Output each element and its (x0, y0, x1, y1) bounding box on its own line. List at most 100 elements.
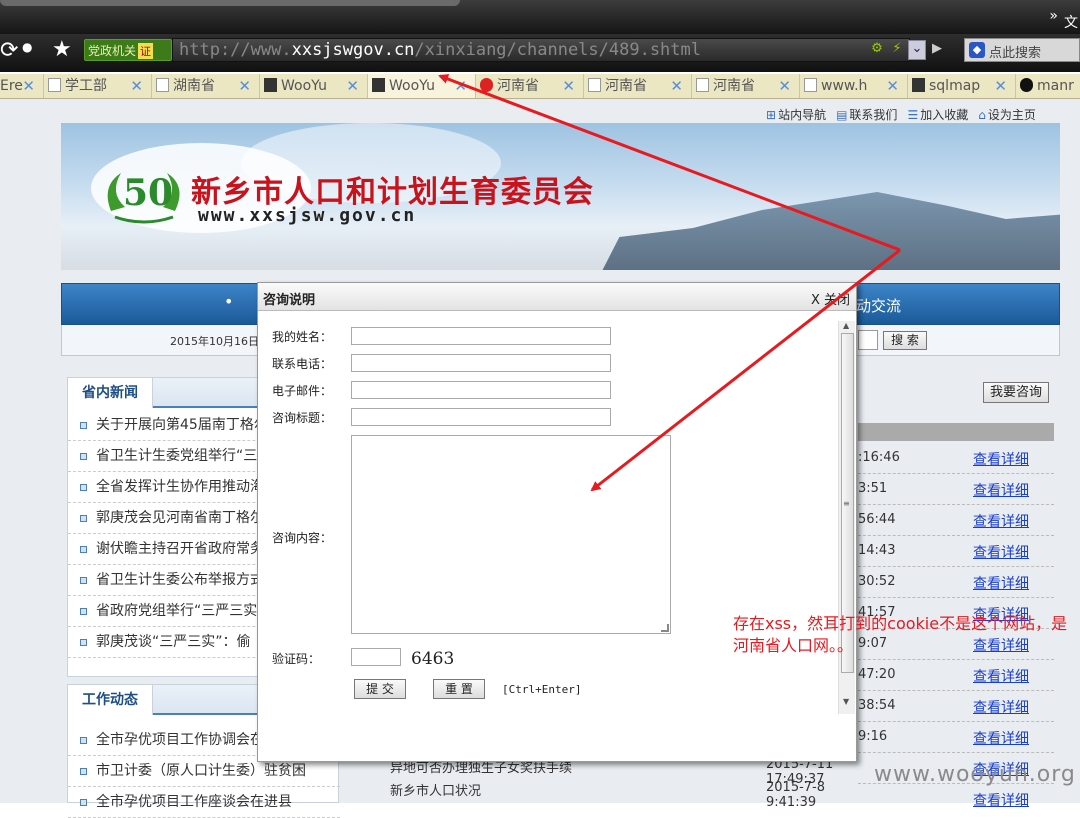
ask-question-button[interactable]: 我要咨询 (983, 382, 1049, 403)
dialog-titlebar[interactable]: 咨询说明 X 关闭 (258, 283, 856, 311)
browser-titlebar: » 文 (0, 0, 1080, 34)
history-dropdown-icon[interactable]: ⌄ (908, 40, 926, 60)
bookmark-star-icon[interactable]: ★ (52, 37, 72, 62)
dialog-close-button[interactable]: X 关闭 (811, 289, 850, 308)
news-title: 全市孕优项目工作座谈会在进县 (96, 794, 292, 810)
tab-4-active[interactable]: WooYu ✕ (368, 74, 476, 98)
bullet-icon (80, 484, 87, 491)
dropdown-arrow-icon[interactable]: ● (22, 40, 32, 54)
shortcut-hint: [Ctrl+Enter] (502, 683, 582, 696)
bullet-icon (80, 577, 87, 584)
refresh-icon[interactable]: ⟳ (0, 38, 18, 63)
building-image (601, 192, 1060, 270)
site-search-button[interactable]: 搜 索 (883, 331, 927, 350)
row-time: 38:54 (858, 698, 896, 713)
close-tab-icon[interactable]: ✕ (346, 74, 359, 98)
close-tab-icon[interactable]: ✕ (238, 74, 251, 98)
close-tab-icon[interactable]: ✕ (886, 74, 899, 98)
language-label[interactable]: 文 (1064, 12, 1078, 32)
more-chevron-icon[interactable]: » (1049, 8, 1058, 24)
url-host: xxsjswgov.cn (291, 40, 415, 60)
email-field[interactable] (351, 381, 611, 399)
reset-button[interactable]: 重 置 (433, 679, 485, 699)
favorite-link[interactable]: ☰ 加入收藏 (907, 108, 968, 122)
phone-label: 联系电话： (272, 357, 333, 371)
search-placeholder: 点此搜索 (989, 46, 1042, 61)
top-links: ⊞ 站内导航 ▤ 联系我们 ☰ 加入收藏 ⌂ 设为主页 (766, 106, 1046, 123)
bullet-icon (80, 453, 87, 460)
tab-8[interactable]: www.h ✕ (800, 74, 908, 98)
tab-0[interactable]: Ere ✕ (0, 74, 44, 98)
captcha-label: 验证码： (272, 652, 321, 666)
view-detail-link[interactable]: 查看详细 (973, 511, 1029, 531)
close-tab-icon[interactable]: ✕ (130, 74, 143, 98)
close-tab-icon[interactable]: ✕ (562, 74, 575, 98)
annotation-note: 存在xss，然耳打到的cookie不是这个网站，是河南省人口网。。 (733, 614, 1068, 655)
news-title: 市卫计委（原人口计生委）驻贫困 (96, 763, 306, 779)
site-nav-link[interactable]: ⊞ 站内导航 (766, 108, 826, 122)
table-row: 38:54 查看详细 (858, 691, 1054, 722)
page-icon (696, 78, 709, 92)
speed-icon[interactable]: ⚡ (888, 41, 906, 61)
tab-label: 河南省 (497, 78, 539, 94)
close-tab-icon[interactable]: ✕ (22, 74, 35, 98)
tab-strip: Ere ✕ 学工部 ✕ 湖南省 ✕ WooYu ✕ WooYu ✕ 河南省 ✕ 河南省 ✕ 河南省 ✕ www.… (0, 74, 1080, 99)
tab-3[interactable]: WooYu ✕ (260, 74, 368, 98)
news-title: 省卫生计生委党组举行“三 (96, 448, 258, 464)
addressbar-buttons: ⚙ ⚡ ⌄ ▶ (868, 40, 948, 62)
contact-link[interactable]: ▤ 联系我们 (836, 108, 897, 122)
search-input[interactable]: ◆ 点此搜索 (964, 38, 1080, 62)
view-detail-link[interactable]: 查看详细 (973, 728, 1029, 748)
view-detail-link[interactable]: 查看详细 (973, 480, 1029, 500)
page-icon (156, 78, 169, 92)
tab-1[interactable]: 学工部 ✕ (44, 74, 152, 98)
subject-field[interactable] (351, 408, 611, 426)
github-icon (1020, 78, 1033, 92)
address-bar[interactable]: http://www.xxsjswgov.cn/xinxiang/channel… (172, 38, 910, 62)
phone-field[interactable] (351, 354, 611, 372)
row-time: 47:20 (858, 667, 896, 682)
tab-6[interactable]: 河南省 ✕ (584, 74, 692, 98)
content-textarea[interactable] (351, 435, 671, 634)
tab-5[interactable]: 河南省 ✕ (476, 74, 584, 98)
government-site-badge[interactable]: 党政机关证 (84, 39, 172, 61)
tab-7[interactable]: 河南省 ✕ (692, 74, 800, 98)
tab-9[interactable]: sqlmap ✕ (908, 74, 1016, 98)
view-detail-link[interactable]: 查看详细 (973, 666, 1029, 686)
tab-2[interactable]: 湖南省 ✕ (152, 74, 260, 98)
captcha-field[interactable] (351, 648, 401, 666)
wooyun-icon (912, 78, 925, 92)
section-title[interactable]: 省内新闻 (68, 378, 153, 408)
news-title: 全市孕优项目工作协调会在 (96, 732, 264, 748)
date-text: 2015年10月16日 (170, 335, 259, 348)
table-row[interactable]: 新乡市人口状况 2015-7-8 9:41:39 (380, 780, 860, 810)
view-detail-link[interactable]: 查看详细 (973, 790, 1029, 810)
site-search-input[interactable] (858, 330, 878, 350)
table-row: 9:16 查看详细 (858, 722, 1054, 753)
close-tab-icon[interactable]: ✕ (778, 74, 791, 98)
close-tab-icon[interactable]: ✕ (994, 74, 1007, 98)
view-detail-link[interactable]: 查看详细 (973, 697, 1029, 717)
name-field[interactable] (351, 327, 611, 345)
close-tab-icon[interactable]: ✕ (454, 74, 467, 98)
scroll-down-icon[interactable]: ▼ (843, 697, 849, 706)
nav-interaction[interactable]: 动交流 (856, 295, 901, 316)
view-detail-link[interactable]: 查看详细 (973, 542, 1029, 562)
close-tab-icon[interactable]: ✕ (670, 74, 683, 98)
view-detail-link[interactable]: 查看详细 (973, 573, 1029, 593)
news-title: 谢伏瞻主持召开省政府常务 (96, 541, 264, 557)
go-arrow-icon[interactable]: ▶ (928, 41, 946, 61)
bullet-icon (80, 515, 87, 522)
page-icon (804, 78, 817, 92)
certificate-icon: 证 (138, 43, 154, 59)
tab-10[interactable]: manr (1016, 74, 1080, 98)
tab-label: 学工部 (65, 78, 107, 94)
homepage-link[interactable]: ⌂ 设为主页 (978, 108, 1036, 122)
page-icon (588, 78, 601, 92)
resize-grip-icon[interactable] (661, 624, 669, 632)
view-detail-link[interactable]: 查看详细 (973, 449, 1029, 469)
scroll-up-icon[interactable]: ▲ (843, 321, 849, 330)
section-title[interactable]: 工作动态 (68, 685, 153, 715)
submit-button[interactable]: 提 交 (354, 679, 406, 699)
security-icon[interactable]: ⚙ (868, 41, 886, 61)
